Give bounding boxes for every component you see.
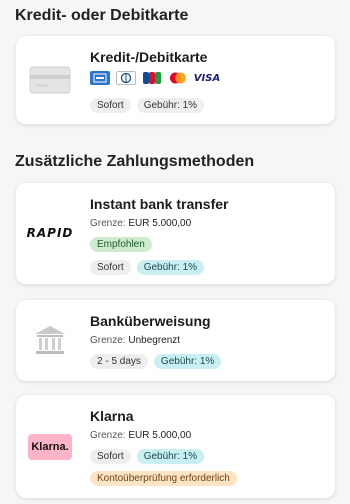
card-title-klarna: Klarna [90,408,134,424]
klarna-note-row: Kontoüberprüfung erforderlich [90,471,237,486]
rapid-chips: Sofort Gebühr: 1% [90,260,205,275]
speed-badge: Sofort [90,260,131,275]
limit-text: Grenze: EUR 5.000,00 [90,218,192,229]
payment-option-bank-transfer[interactable]: Banküberweisung Grenze: Unbegrenzt 2 - 5… [16,300,335,381]
card-title-bank: Banküberweisung [90,313,211,329]
fee-badge: Gebühr: 1% [136,260,205,275]
fee-badge: Gebühr: 1% [136,449,205,464]
verification-badge: Kontoüberprüfung erforderlich [90,471,237,486]
card-title-credit: Kredit-/Debitkarte [90,49,208,65]
rapid-recommended-row: Empfohlen [90,237,152,252]
credit-card-icon [28,58,72,102]
card-title-rapid: Instant bank transfer [90,196,229,212]
amex-icon [90,71,110,85]
mastercard-icon [168,71,188,85]
fee-badge: Gebühr: 1% [153,354,222,369]
limit-text: Grenze: Unbegrenzt [90,335,181,346]
visa-icon: VISA [193,71,221,85]
diners-club-icon [116,71,136,85]
scrollbar[interactable] [345,0,348,504]
section-title-additional: Zusätzliche Zahlungsmethoden [15,153,255,170]
klarna-chips: Sofort Gebühr: 1% [90,449,205,464]
payment-option-klarna[interactable]: Klarna. Klarna Grenze: EUR 5.000,00 Sofo… [16,395,335,498]
credit-card-chips: Sofort Gebühr: 1% [90,98,205,113]
limit-text: Grenze: EUR 5.000,00 [90,430,192,441]
recommended-badge: Empfohlen [90,237,152,252]
jcb-icon [142,71,162,85]
bank-building-icon [28,318,72,362]
speed-badge: Sofort [90,449,131,464]
speed-badge: Sofort [90,98,131,113]
klarna-logo-icon: Klarna. [28,425,72,469]
payment-option-instant-bank-transfer[interactable]: RAPID Instant bank transfer Grenze: EUR … [16,183,335,284]
speed-badge: 2 - 5 days [90,354,148,369]
rapid-logo-icon: RAPID [26,226,74,240]
payment-option-credit-card[interactable]: Kredit-/Debitkarte VISA Sofort Gebühr: 1 [16,36,335,124]
fee-badge: Gebühr: 1% [136,98,205,113]
section-title-cards: Kredit- oder Debitkarte [15,7,189,24]
bank-chips: 2 - 5 days Gebühr: 1% [90,354,222,369]
card-brand-icons: VISA [90,71,220,85]
